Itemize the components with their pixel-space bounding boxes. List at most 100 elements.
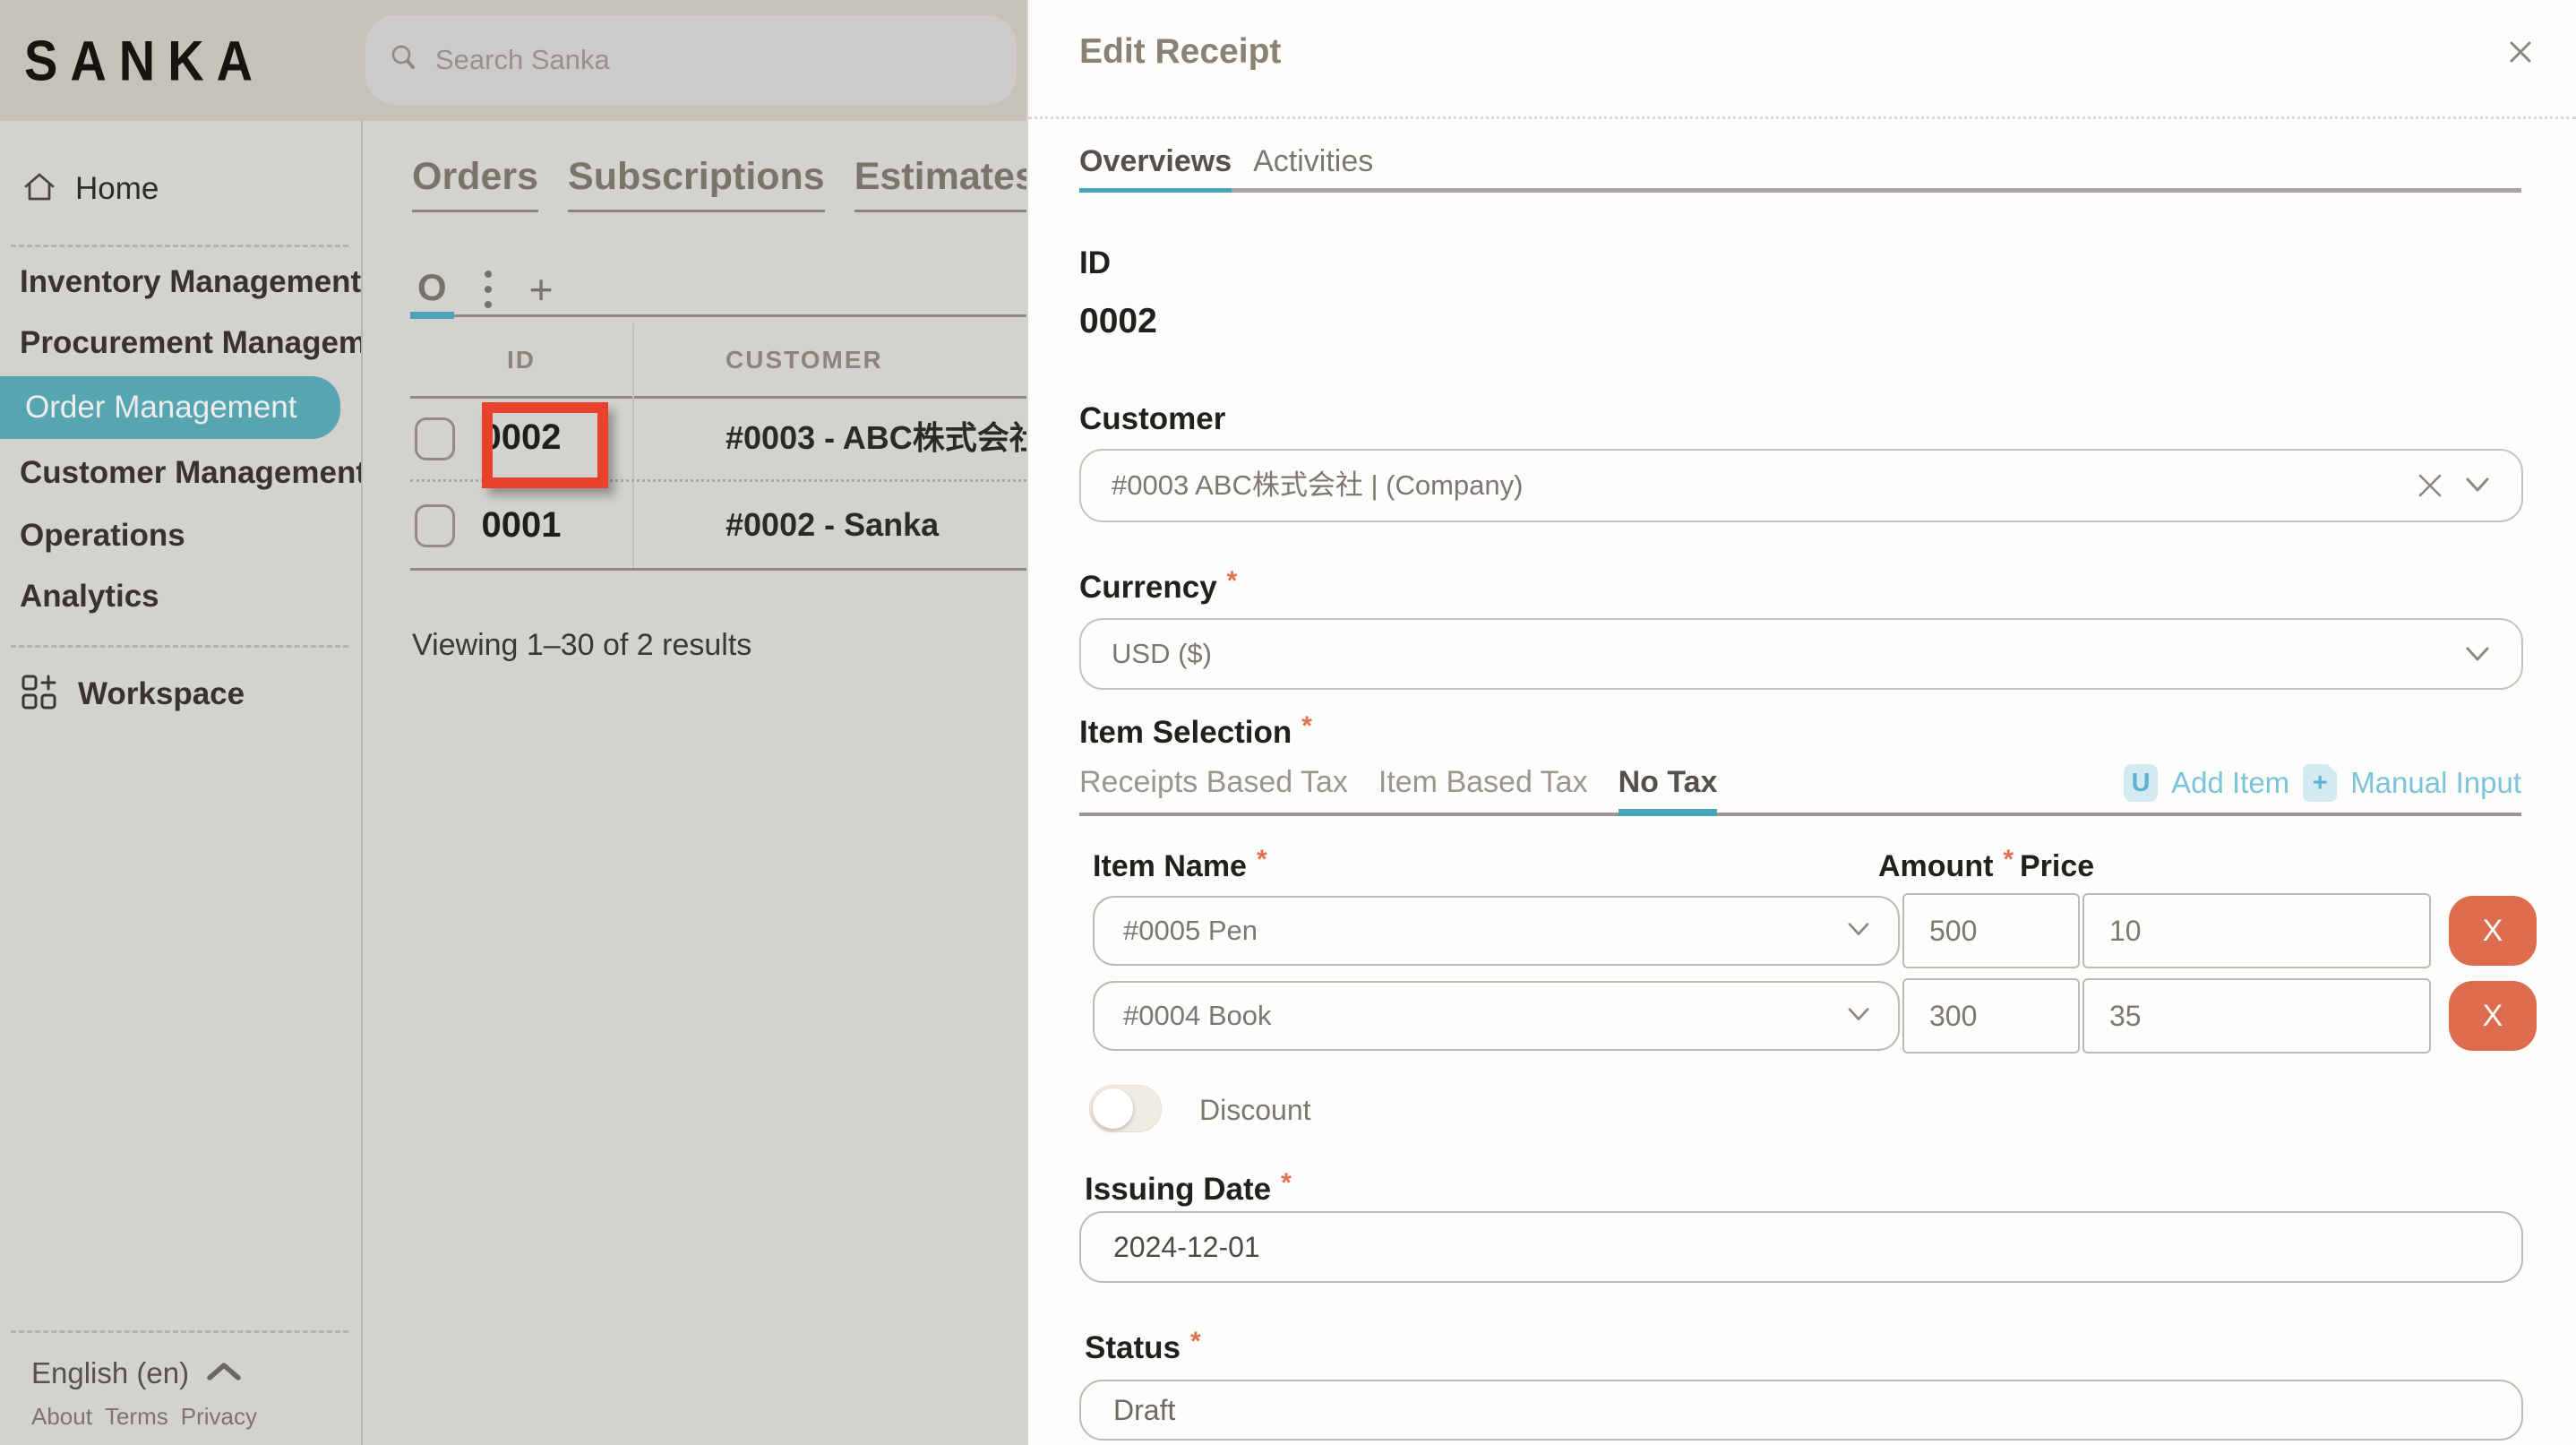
table-row[interactable]: 0001 #0002 - Sanka [410,482,1026,571]
clear-icon[interactable] [2417,472,2443,499]
customer-select-value: #0003 ABC株式会社 | (Company) [1081,451,2521,520]
status-input[interactable] [1079,1380,2523,1441]
customer-select[interactable]: #0003 ABC株式会社 | (Company) [1079,449,2523,522]
customer-label: Customer [1079,400,1225,439]
table-header-row: ID CUSTOMER [410,323,1026,399]
required-marker: * [1257,845,1267,874]
brand-logo: SANKA [24,21,265,101]
sidebar-divider [11,645,348,648]
results-count: Viewing 1–30 of 2 results [412,623,751,667]
price-header: Price [2020,847,2094,885]
manual-input-button[interactable]: Manual Input [2350,766,2521,800]
global-search[interactable] [365,15,1017,105]
sidebar-item-workspace[interactable]: Workspace [21,669,245,719]
kebab-menu-icon[interactable] [479,265,497,314]
sidebar-item-procurement-management[interactable]: Procurement Management [20,321,363,366]
item-name-header: Item Name* [1093,847,1267,885]
edit-receipt-panel: Edit Receipt Overviews Activities ID 000… [1026,0,2576,1445]
footer-links: About Terms Privacy [31,1400,257,1432]
chevron-up-icon [205,1359,243,1389]
remove-item-button[interactable]: X [2449,896,2537,966]
order-tabs: Orders Subscriptions Estimates [412,155,1026,212]
tab-estimates[interactable]: Estimates [854,155,1026,212]
table-row[interactable]: 0002 #0003 - ABC株式会社 [410,396,1026,482]
item-select[interactable]: #0005 Pen [1093,896,1900,966]
required-marker: * [1301,711,1312,741]
remove-item-button[interactable]: X [2449,981,2537,1051]
view-toolbar: O + [410,264,1026,317]
tab-receipts-based-tax[interactable]: Receipts Based Tax [1079,765,1348,813]
search-input[interactable] [434,43,939,77]
main-content: Orders Subscriptions Estimates O + ID CU… [363,121,1026,1445]
add-item-button[interactable]: Add Item [2171,766,2289,800]
chevron-down-icon[interactable] [1846,921,1871,943]
amount-input[interactable] [1902,978,2080,1054]
currency-select-value: USD ($) [1081,620,2521,688]
issuing-date-input[interactable] [1079,1211,2523,1283]
close-icon[interactable] [2503,34,2538,70]
cell-id[interactable]: 0002 [410,396,632,479]
search-icon [389,43,419,78]
tax-mode-tabs: Receipts Based Tax Item Based Tax No Tax… [1079,742,2521,816]
toggle-knob [1093,1088,1133,1129]
discount-toggle[interactable] [1089,1085,1162,1132]
chevron-down-icon[interactable] [2464,476,2491,500]
view-tab-o[interactable]: O [410,264,454,314]
issuing-date-label: Issuing Date* [1085,1170,1292,1209]
language-label: English (en) [31,1356,189,1390]
sidebar-item-home[interactable]: Home [21,168,159,211]
panel-tabs: Overviews Activities [1079,140,2521,193]
chevron-down-icon[interactable] [1846,1006,1871,1028]
bag-icon: U [2124,764,2158,802]
document-plus-icon: + [2303,764,2337,802]
required-marker: * [2003,845,2014,874]
tab-overviews[interactable]: Overviews [1079,144,1232,188]
chevron-down-icon[interactable] [2464,645,2491,669]
currency-label: Currency* [1079,568,1237,607]
tab-subscriptions[interactable]: Subscriptions [568,155,825,212]
cell-customer[interactable]: #0002 - Sanka [726,482,939,568]
terms-link[interactable]: Terms [105,1403,168,1431]
required-marker: * [1227,566,1238,596]
sidebar-item-label: Workspace [78,676,245,712]
sidebar: Home Inventory Management Procurement Ma… [0,121,363,1445]
id-value: 0002 [1079,301,1157,342]
add-view-button[interactable]: + [529,267,554,312]
workspace-grid-plus-icon [21,674,58,716]
tab-orders[interactable]: Orders [412,155,538,212]
top-bar: SANKA [0,0,1026,121]
sidebar-item-label: Home [75,171,159,207]
price-input[interactable] [2082,978,2431,1054]
amount-header: Amount* [1878,847,2014,885]
sidebar-item-operations[interactable]: Operations [20,513,185,558]
privacy-link[interactable]: Privacy [181,1403,257,1431]
column-header-customer[interactable]: CUSTOMER [726,323,883,396]
sidebar-item-inventory-management[interactable]: Inventory Management [20,260,361,305]
about-link[interactable]: About [31,1403,92,1431]
required-marker: * [1190,1327,1201,1356]
sidebar-divider [11,1330,348,1333]
panel-header-divider [1028,116,2576,119]
panel-title: Edit Receipt [1079,25,1281,79]
discount-label: Discount [1199,1090,1311,1130]
price-input[interactable] [2082,893,2431,968]
cell-customer[interactable]: #0003 - ABC株式会社 [726,396,1026,479]
house-icon [21,169,57,210]
amount-input[interactable] [1902,893,2080,968]
tab-no-tax[interactable]: No Tax [1619,765,1718,813]
currency-select[interactable]: USD ($) [1079,618,2523,690]
item-select-value: #0004 Book [1095,983,1898,1049]
sidebar-item-analytics[interactable]: Analytics [20,574,159,619]
column-header-id[interactable]: ID [410,323,632,396]
tab-item-based-tax[interactable]: Item Based Tax [1378,765,1588,813]
tab-activities[interactable]: Activities [1253,144,1373,188]
status-label: Status* [1085,1329,1201,1368]
sidebar-item-customer-management[interactable]: Customer Management [20,451,363,495]
sidebar-item-order-management-active[interactable]: Order Management [0,376,340,439]
item-select[interactable]: #0004 Book [1093,981,1900,1051]
cell-id[interactable]: 0001 [410,482,632,568]
app-root: SANKA Home Inventory Management [0,0,2576,1445]
language-selector[interactable]: English (en) [31,1350,243,1397]
required-marker: * [1281,1168,1292,1198]
item-actions: U Add Item + Manual Input [2124,764,2521,802]
